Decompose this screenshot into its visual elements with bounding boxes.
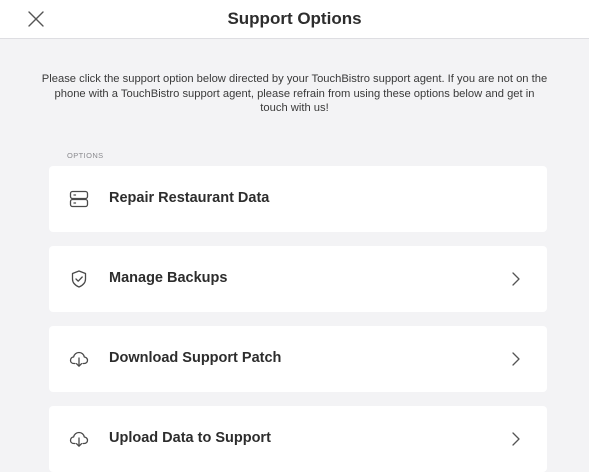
option-manage-backups[interactable]: Manage Backups — [49, 246, 547, 312]
option-label: Manage Backups — [109, 270, 228, 286]
option-repair-restaurant-data[interactable]: Repair Restaurant Data — [49, 166, 547, 232]
shield-check-icon — [69, 269, 89, 289]
intro-text: Please click the support option below di… — [41, 73, 548, 114]
server-icon — [69, 189, 89, 209]
option-download-support-patch[interactable]: Download Support Patch — [49, 326, 547, 392]
cloud-upload-icon — [69, 429, 89, 449]
chevron-right-icon — [511, 271, 521, 287]
chevron-right-icon — [511, 431, 521, 447]
option-label: Upload Data to Support — [109, 430, 271, 446]
option-label: Download Support Patch — [109, 350, 282, 366]
option-label: Repair Restaurant Data — [109, 190, 270, 206]
page-title: Support Options — [227, 9, 362, 28]
cloud-download-icon — [69, 349, 89, 369]
option-upload-data-to-support[interactable]: Upload Data to Support — [49, 406, 547, 472]
chevron-right-icon — [511, 351, 521, 367]
header-bar: Support Options — [0, 0, 589, 39]
section-label-options: OPTIONS — [67, 151, 104, 160]
